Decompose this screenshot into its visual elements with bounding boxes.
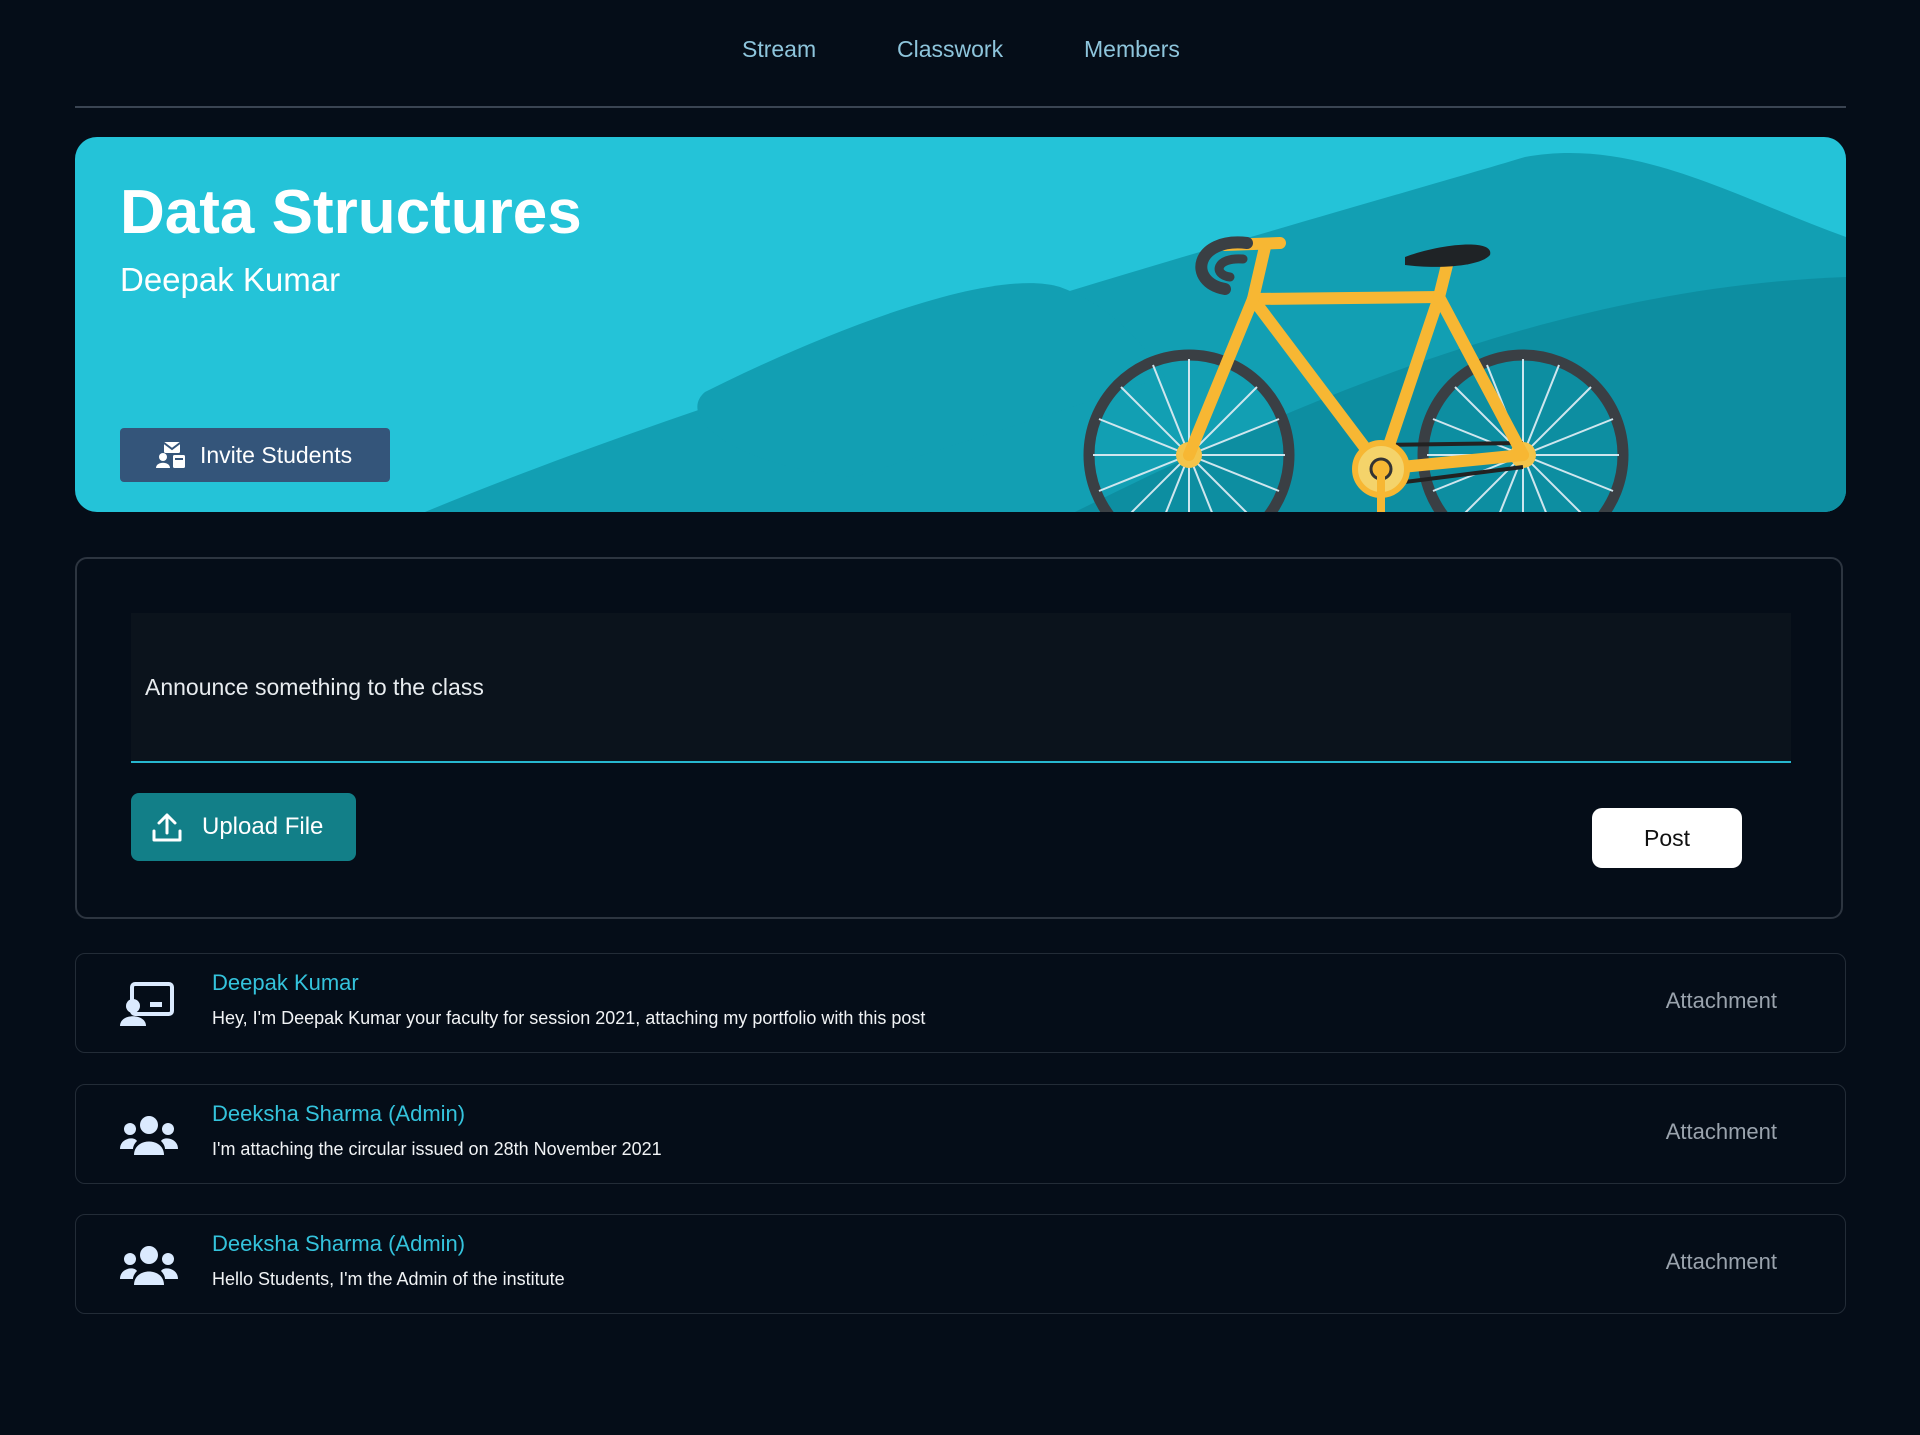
invite-icon (156, 440, 186, 470)
top-nav: Stream Classwork Members (75, 0, 1846, 108)
tab-members[interactable]: Members (1084, 36, 1180, 63)
attachment-link[interactable]: Attachment (1666, 1249, 1777, 1275)
feed-item[interactable]: Deepak Kumar Hey, I'm Deepak Kumar your … (75, 953, 1846, 1053)
invite-students-button[interactable]: Invite Students (120, 428, 390, 482)
upload-file-label: Upload File (202, 813, 324, 840)
post-message: Hey, I'm Deepak Kumar your faculty for s… (212, 1008, 926, 1028)
announcement-input[interactable]: Announce something to the class (131, 613, 1791, 763)
teacher-icon (120, 982, 174, 1026)
invite-students-label: Invite Students (200, 441, 353, 468)
attachment-link[interactable]: Attachment (1666, 988, 1777, 1014)
announcement-composer: Announce something to the class Upload F… (75, 557, 1843, 919)
users-icon (120, 1246, 178, 1285)
users-icon (120, 1116, 178, 1155)
post-message: I'm attaching the circular issued on 28t… (212, 1139, 662, 1159)
class-teacher: Deepak Kumar (120, 261, 341, 298)
class-title: Data Structures (120, 178, 582, 247)
post-author[interactable]: Deepak Kumar (212, 970, 359, 996)
feed-item[interactable]: Deeksha Sharma (Admin) Hello Students, I… (75, 1214, 1846, 1314)
tab-classwork[interactable]: Classwork (897, 36, 1003, 63)
post-author[interactable]: Deeksha Sharma (Admin) (212, 1231, 465, 1257)
tab-stream[interactable]: Stream (742, 36, 816, 63)
upload-icon (152, 813, 182, 842)
class-banner: Data Structures Deepak Kumar Invite Stud… (75, 137, 1846, 512)
post-message: Hello Students, I'm the Admin of the ins… (212, 1269, 565, 1289)
post-author[interactable]: Deeksha Sharma (Admin) (212, 1101, 465, 1127)
attachment-link[interactable]: Attachment (1666, 1119, 1777, 1145)
feed-item[interactable]: Deeksha Sharma (Admin) I'm attaching the… (75, 1084, 1846, 1184)
upload-file-button[interactable]: Upload File (131, 793, 356, 861)
post-button[interactable]: Post (1592, 808, 1742, 868)
